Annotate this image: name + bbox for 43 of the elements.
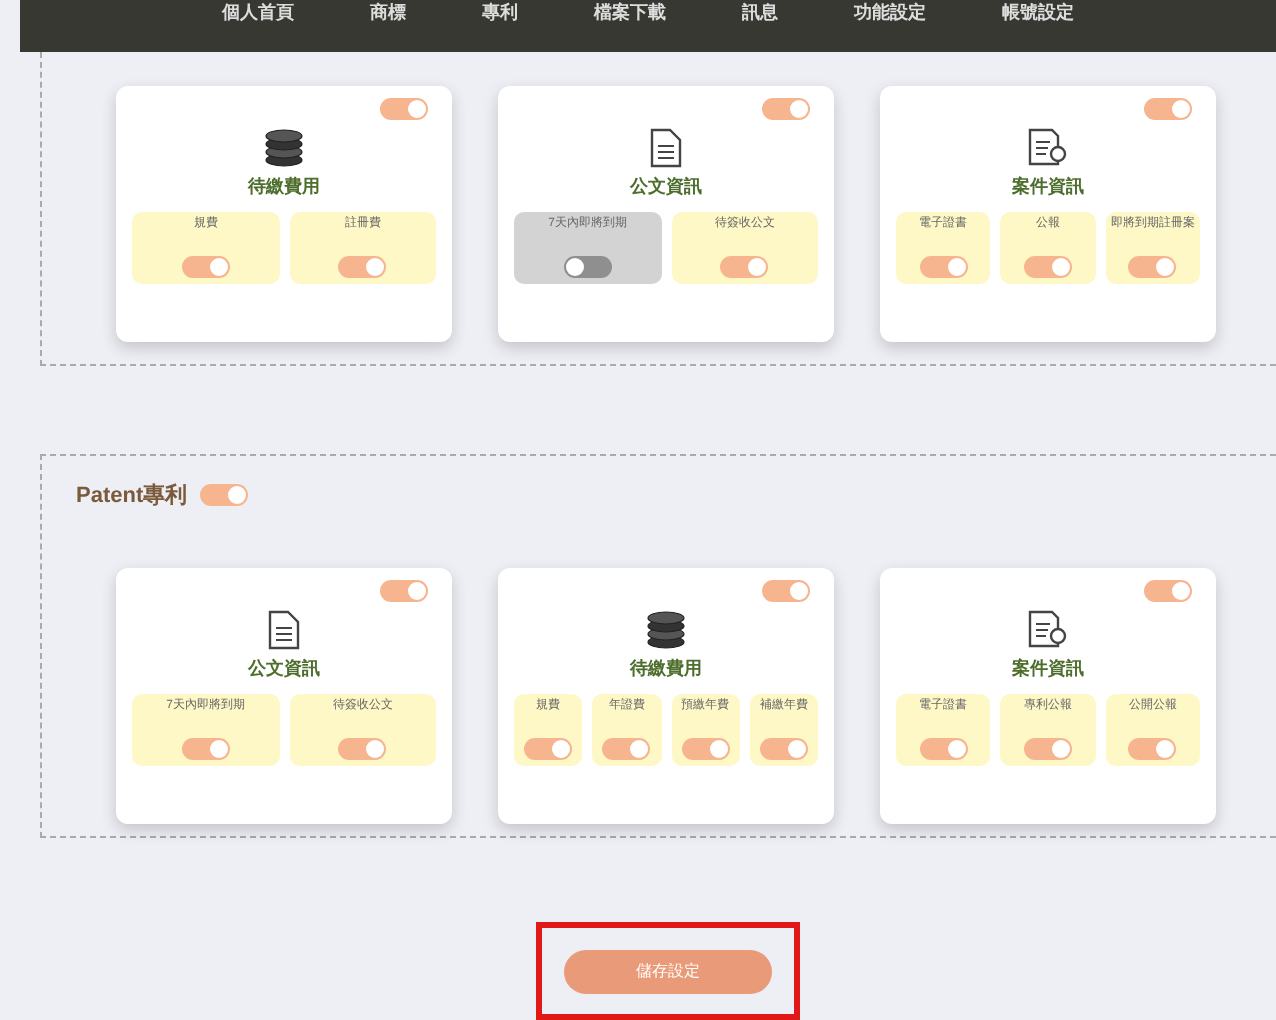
card-title: 公文資訊: [248, 656, 320, 683]
nav-link[interactable]: 功能設定: [854, 0, 926, 24]
toggle-switch[interactable]: [919, 255, 968, 278]
toggle-switch[interactable]: [181, 255, 230, 278]
certificate-icon: [1028, 128, 1068, 169]
card-title: 案件資訊: [1012, 656, 1084, 683]
toggle-switch[interactable]: [759, 737, 808, 760]
toggle-switch[interactable]: [681, 737, 730, 760]
toggle-switch[interactable]: [338, 737, 387, 760]
nav-link[interactable]: 檔案下載: [594, 0, 666, 24]
toggle-switch[interactable]: [338, 255, 387, 278]
card-title: 案件資訊: [1012, 174, 1084, 201]
toggle-switch[interactable]: [1128, 737, 1177, 760]
coins-icon: [644, 610, 688, 651]
toggle-switch[interactable]: [1144, 580, 1192, 603]
nav-link[interactable]: 專利: [482, 0, 518, 24]
section-title: Patent專利: [76, 481, 188, 512]
document-icon: [650, 128, 682, 169]
nav-link[interactable]: 個人首頁: [222, 0, 294, 24]
toggle-switch[interactable]: [1128, 255, 1177, 278]
toggle-switch[interactable]: [762, 98, 810, 121]
toggle-switch[interactable]: [602, 737, 651, 760]
toggle-switch[interactable]: [1023, 255, 1072, 278]
toggle-switch[interactable]: [919, 737, 968, 760]
coins-icon: [262, 128, 306, 169]
card-title: 公文資訊: [630, 174, 702, 201]
nav-link[interactable]: 商標: [370, 0, 406, 24]
toggle-switch[interactable]: [563, 255, 612, 278]
toggle-switch[interactable]: [380, 98, 428, 121]
toggle-switch[interactable]: [380, 580, 428, 603]
toggle-switch[interactable]: [524, 737, 573, 760]
toggle-switch[interactable]: [199, 484, 248, 507]
toggle-switch[interactable]: [181, 737, 230, 760]
toggle-switch[interactable]: [720, 255, 769, 278]
certificate-icon: [1028, 610, 1068, 651]
card-title: 待繳費用: [630, 656, 702, 683]
nav-link[interactable]: 帳號設定: [1002, 0, 1074, 24]
toggle-switch[interactable]: [762, 580, 810, 603]
toggle-switch[interactable]: [1023, 737, 1072, 760]
nav-link[interactable]: 訊息: [742, 0, 778, 24]
card-title: 待繳費用: [248, 174, 320, 201]
toggle-switch[interactable]: [1144, 98, 1192, 121]
document-icon: [268, 610, 300, 651]
